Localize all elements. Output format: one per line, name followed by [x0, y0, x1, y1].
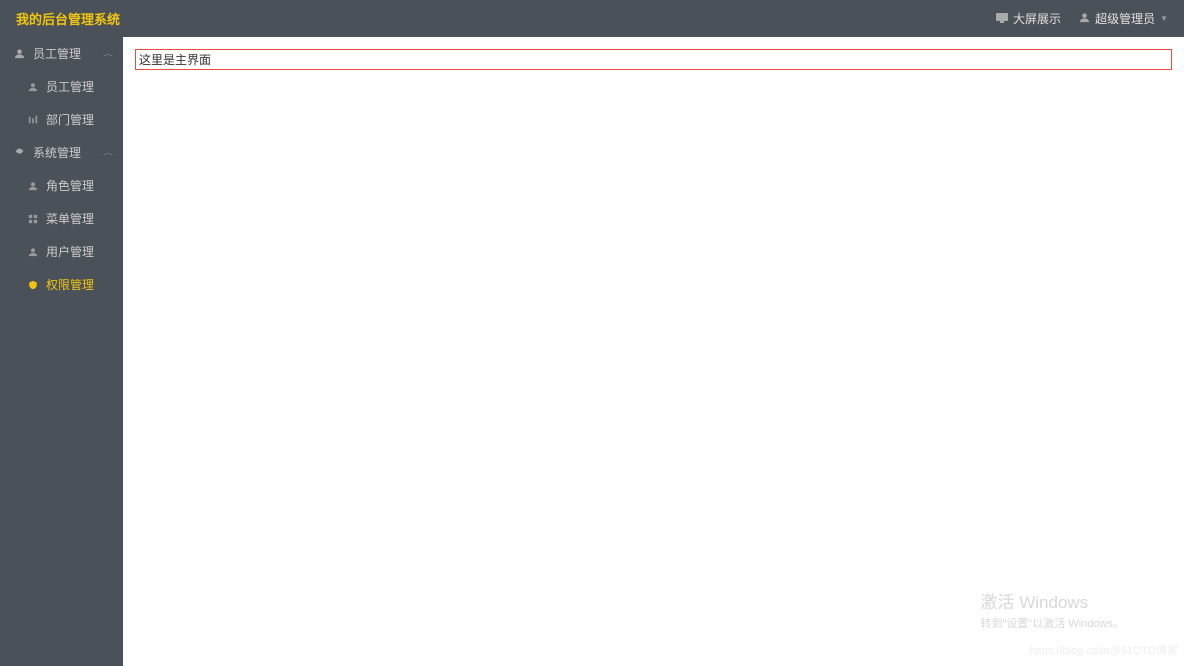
bars-icon — [28, 115, 38, 125]
menu-item-label: 菜单管理 — [46, 210, 94, 227]
header: 我的后台管理系统 大屏展示 超级管理员 ▼ — [0, 0, 1184, 37]
monitor-icon — [996, 12, 1008, 26]
menu-item-label: 权限管理 — [46, 276, 94, 293]
watermark-title: 激活 Windows — [981, 588, 1125, 613]
menu-item-label: 角色管理 — [46, 177, 94, 194]
blog-watermark: https://blog.csdn@51CTO博客 — [1029, 642, 1178, 658]
user-label: 超级管理员 — [1095, 10, 1155, 27]
bigscreen-button[interactable]: 大屏展示 — [996, 10, 1061, 27]
main-text: 这里是主界面 — [139, 53, 211, 67]
menu-item-user[interactable]: 用户管理 — [0, 235, 123, 268]
chevron-up-icon: ︿ — [103, 49, 113, 58]
windows-watermark: 激活 Windows 转到"设置"以激活 Windows。 — [981, 588, 1125, 631]
app-title: 我的后台管理系统 — [16, 9, 120, 28]
menu-item-label: 员工管理 — [46, 78, 94, 95]
user-icon — [14, 48, 25, 59]
menu-item-department[interactable]: 部门管理 — [0, 103, 123, 136]
gear-icon — [14, 147, 25, 158]
user-menu[interactable]: 超级管理员 ▼ — [1079, 10, 1168, 27]
chevron-up-icon: ︿ — [103, 148, 113, 157]
menu-item-label: 用户管理 — [46, 243, 94, 260]
watermark-subtitle: 转到"设置"以激活 Windows。 — [981, 615, 1125, 631]
menu-item-label: 部门管理 — [46, 111, 94, 128]
sidebar: 员工管理 ︿ 员工管理 部门管理 系统管理 ︿ 角色管理 — [0, 37, 123, 666]
menu-item-employee[interactable]: 员工管理 — [0, 70, 123, 103]
chevron-down-icon: ▼ — [1160, 14, 1168, 23]
header-right: 大屏展示 超级管理员 ▼ — [996, 10, 1168, 27]
person-icon — [28, 82, 38, 92]
bigscreen-label: 大屏展示 — [1013, 10, 1061, 27]
menu-group-label: 员工管理 — [33, 45, 81, 62]
menu-item-menu[interactable]: 菜单管理 — [0, 202, 123, 235]
main-content-box: 这里是主界面 — [135, 49, 1172, 70]
menu-item-permission[interactable]: 权限管理 — [0, 268, 123, 301]
layout: 员工管理 ︿ 员工管理 部门管理 系统管理 ︿ 角色管理 — [0, 37, 1184, 666]
person-icon — [28, 181, 38, 191]
content-area: 这里是主界面 — [123, 37, 1184, 666]
user-icon — [1079, 12, 1090, 26]
menu-group-employee[interactable]: 员工管理 ︿ — [0, 37, 123, 70]
menu-group-label: 系统管理 — [33, 144, 81, 161]
menu-group-system[interactable]: 系统管理 ︿ — [0, 136, 123, 169]
grid-icon — [28, 214, 38, 224]
person-icon — [28, 247, 38, 257]
menu-item-role[interactable]: 角色管理 — [0, 169, 123, 202]
shield-icon — [28, 280, 38, 290]
